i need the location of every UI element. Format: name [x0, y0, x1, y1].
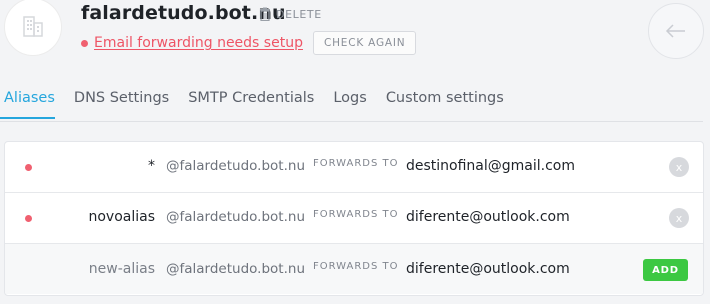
- alias-row: * @falardetudo.bot.nu FORWARDS TO destin…: [5, 142, 703, 193]
- alias-name: *: [148, 158, 155, 174]
- setup-status: Email forwarding needs setup CHECK AGAIN: [81, 31, 417, 55]
- alias-row: novoalias @falardetudo.bot.nu FORWARDS T…: [5, 193, 703, 244]
- alias-domain: @falardetudo.bot.nu: [166, 209, 305, 225]
- warning-dot-icon: [81, 39, 88, 47]
- status-dot-icon: [25, 215, 32, 222]
- new-alias-input[interactable]: new-alias: [89, 261, 155, 277]
- delete-label: DELETE: [276, 7, 322, 21]
- trash-icon: [260, 7, 270, 21]
- forward-destination: diferente@outlook.com: [406, 209, 570, 225]
- domain-logo: [4, 0, 62, 56]
- domain-header: falardetudo.bot.nu DELETE Email forwardi…: [0, 0, 710, 80]
- forwards-to-label: FORWARDS TO: [313, 261, 399, 272]
- remove-alias-button[interactable]: x: [669, 208, 689, 228]
- arrow-left-icon: [665, 24, 685, 38]
- back-button[interactable]: [648, 3, 704, 59]
- aliases-table: * @falardetudo.bot.nu FORWARDS TO destin…: [4, 141, 704, 296]
- forwards-to-label: FORWARDS TO: [313, 158, 399, 169]
- alias-domain: @falardetudo.bot.nu: [166, 261, 305, 277]
- alias-domain: @falardetudo.bot.nu: [166, 158, 305, 174]
- tab-custom-settings[interactable]: Custom settings: [386, 88, 504, 121]
- tab-bar: Aliases DNS Settings SMTP Credentials Lo…: [0, 88, 703, 122]
- page-title: falardetudo.bot.nu: [81, 2, 286, 24]
- status-link[interactable]: Email forwarding needs setup: [94, 35, 303, 51]
- alias-name: novoalias: [88, 209, 155, 225]
- tab-smtp-credentials[interactable]: SMTP Credentials: [188, 88, 314, 121]
- building-icon: [23, 16, 43, 37]
- forward-destination: destinofinal@gmail.com: [406, 158, 576, 174]
- tab-dns-settings[interactable]: DNS Settings: [74, 88, 169, 121]
- remove-alias-button[interactable]: x: [669, 157, 689, 177]
- forwards-to-label: FORWARDS TO: [313, 209, 399, 220]
- tab-aliases[interactable]: Aliases: [0, 88, 55, 119]
- new-alias-row: new-alias @falardetudo.bot.nu FORWARDS T…: [5, 244, 703, 294]
- delete-domain-button[interactable]: DELETE: [259, 5, 322, 23]
- tab-logs[interactable]: Logs: [333, 88, 366, 121]
- destination-input[interactable]: diferente@outlook.com: [406, 261, 570, 277]
- add-alias-button[interactable]: ADD: [643, 259, 688, 281]
- check-again-button[interactable]: CHECK AGAIN: [312, 31, 417, 55]
- status-dot-icon: [25, 164, 32, 171]
